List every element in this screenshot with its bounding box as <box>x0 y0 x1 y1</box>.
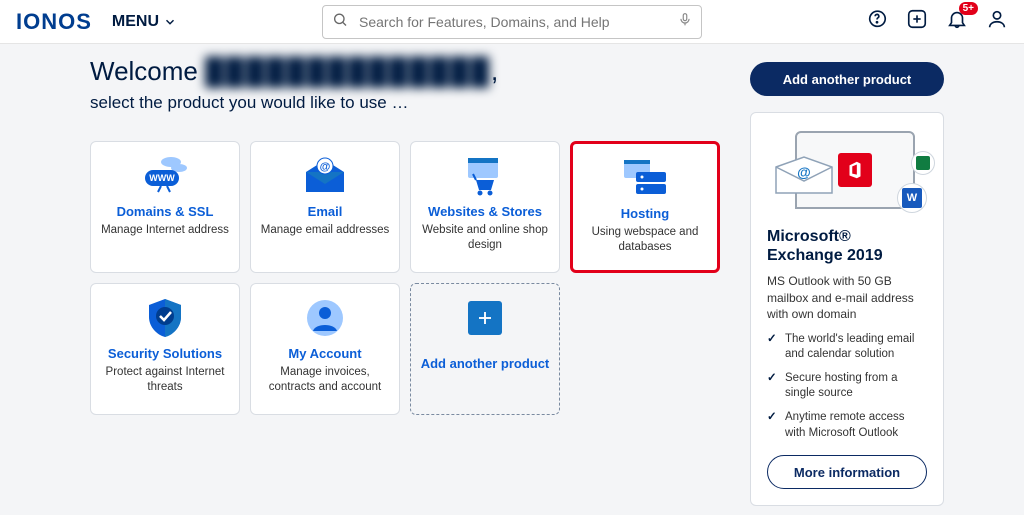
security-icon <box>145 296 185 340</box>
welcome-subtitle: select the product you would like to use… <box>90 93 730 113</box>
main-content: Welcome ██████████████, select the produ… <box>0 44 1024 506</box>
tile-title: My Account <box>288 346 361 361</box>
excel-icon <box>911 151 935 175</box>
menu-label: MENU <box>112 13 159 31</box>
comma: , <box>491 56 498 86</box>
word-icon: W <box>897 183 927 213</box>
tile-title: Security Solutions <box>108 346 222 361</box>
svg-text:@: @ <box>797 164 811 180</box>
profile-icon[interactable] <box>986 8 1008 35</box>
tile-title: Websites & Stores <box>428 204 542 219</box>
envelope-icon: @ <box>773 155 835 195</box>
chevron-down-icon <box>163 15 177 29</box>
help-icon[interactable] <box>866 8 888 35</box>
tile-title: Email <box>308 204 343 219</box>
add-icon[interactable] <box>906 8 928 35</box>
search-input[interactable] <box>322 5 702 39</box>
tile-hosting[interactable]: Hosting Using webspace and databases <box>570 141 720 273</box>
office-icon <box>838 153 872 187</box>
promo-bullet: The world's leading email and calendar s… <box>767 332 927 363</box>
tile-title: Hosting <box>621 206 669 221</box>
notification-badge: 5+ <box>959 2 978 15</box>
top-header: IONOS MENU 5+ <box>0 0 1024 44</box>
tile-desc: Protect against Internet threats <box>99 365 231 395</box>
svg-text:WWW: WWW <box>149 173 175 183</box>
domains-icon: WWW <box>139 154 191 198</box>
tile-desc: Website and online shop design <box>419 223 551 253</box>
promo-bullet: Secure hosting from a single source <box>767 371 927 402</box>
tile-title: Domains & SSL <box>117 204 214 219</box>
tile-security[interactable]: Security Solutions Protect against Inter… <box>90 283 240 415</box>
tile-desc: Manage email addresses <box>261 223 390 238</box>
account-icon <box>305 296 345 340</box>
add-tile-label: Add another product <box>421 356 550 373</box>
welcome-text: Welcome <box>90 56 198 86</box>
welcome-heading: Welcome ██████████████, <box>90 56 730 87</box>
tile-my-account[interactable]: My Account Manage invoices, contracts an… <box>250 283 400 415</box>
promo-bullet: Anytime remote access with Microsoft Out… <box>767 410 927 441</box>
add-another-product-button[interactable]: Add another product <box>750 62 944 96</box>
tile-add-product[interactable]: Add another product <box>410 283 560 415</box>
left-column: Welcome ██████████████, select the produ… <box>90 56 730 415</box>
main-menu-button[interactable]: MENU <box>112 13 177 31</box>
more-information-button[interactable]: More information <box>767 455 927 489</box>
add-tile-icon <box>468 296 502 340</box>
tile-desc: Manage Internet address <box>101 223 229 238</box>
svg-text:@: @ <box>320 161 331 173</box>
promo-bullets: The world's leading email and calendar s… <box>767 332 927 441</box>
notifications-icon[interactable]: 5+ <box>946 8 968 35</box>
websites-icon <box>462 154 508 198</box>
logo[interactable]: IONOS <box>16 9 92 35</box>
search-container <box>322 5 702 39</box>
tile-desc: Manage invoices, contracts and account <box>259 365 391 395</box>
promo-desc: MS Outlook with 50 GB mailbox and e-mail… <box>767 273 927 322</box>
plus-icon <box>468 301 502 335</box>
user-name-blurred: ██████████████ <box>205 56 491 87</box>
tile-desc: Using webspace and databases <box>581 225 709 255</box>
promo-graphic: @ W <box>767 127 927 219</box>
right-column: Add another product @ W Microsoft® Excha… <box>750 62 944 506</box>
product-tiles: WWW Domains & SSL Manage Internet addres… <box>90 141 730 415</box>
tile-domains-ssl[interactable]: WWW Domains & SSL Manage Internet addres… <box>90 141 240 273</box>
microphone-icon[interactable] <box>678 10 692 33</box>
email-icon: @ <box>302 154 348 198</box>
hosting-icon <box>620 156 670 200</box>
promo-title: Microsoft® Exchange 2019 <box>767 227 927 265</box>
header-actions: 5+ <box>866 8 1008 35</box>
tile-websites-stores[interactable]: Websites & Stores Website and online sho… <box>410 141 560 273</box>
promo-card: @ W Microsoft® Exchange 2019 MS Outlook … <box>750 112 944 506</box>
search-icon <box>332 11 348 32</box>
tile-email[interactable]: @ Email Manage email addresses <box>250 141 400 273</box>
